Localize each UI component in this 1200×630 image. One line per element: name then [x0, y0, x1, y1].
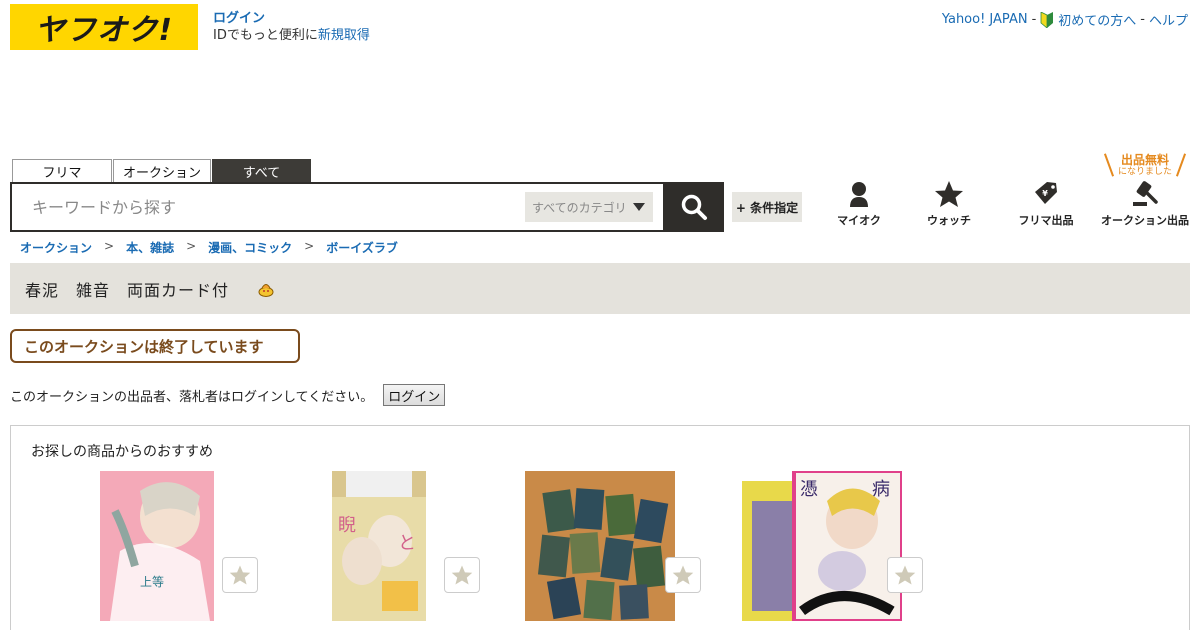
star-icon — [451, 565, 473, 585]
person-icon — [850, 182, 868, 207]
breadcrumb: オークション > 本、雑誌 > 漫画、コミック > ボーイズラブ — [20, 239, 398, 256]
breadcrumb-sep: > — [186, 239, 197, 253]
auction-sell-button[interactable]: オークション出品 — [1100, 180, 1190, 228]
free-listing-badge: 出品無料 になりました — [1102, 153, 1188, 178]
breadcrumb-item-bl[interactable]: ボーイズラブ — [326, 239, 398, 256]
search-bar: すべてのカテゴリ — [10, 182, 724, 232]
breadcrumb-item-books[interactable]: 本、雑誌 — [126, 239, 174, 256]
login-sub-text: IDでもっと便利に — [213, 28, 318, 43]
watch-star-button[interactable] — [444, 557, 480, 593]
watch-star-button[interactable] — [665, 557, 701, 593]
tab-all[interactable]: すべて — [212, 159, 311, 182]
login-notice-text: このオークションの出品者、落札者はログインしてください。 — [10, 389, 374, 405]
recommend-item-image[interactable]: 憑 病 — [742, 471, 902, 621]
category-select[interactable]: すべてのカテゴリ — [525, 192, 653, 222]
star-icon — [894, 565, 916, 585]
tab-auction[interactable]: オークション — [113, 159, 211, 182]
logo-text: ヤフオク! — [34, 13, 174, 48]
chevron-down-icon — [633, 203, 645, 211]
breadcrumb-item-manga[interactable]: 漫画、コミック — [208, 239, 292, 256]
register-link[interactable]: 新規取得 — [318, 28, 370, 43]
myauc-button[interactable]: マイオク — [834, 180, 884, 228]
condition-button[interactable]: + 条件指定 — [732, 192, 802, 222]
page-title: 春泥 雑音 両面カード付 — [25, 280, 230, 300]
notice-login-button[interactable]: ログイン — [383, 384, 446, 406]
top-links: Yahoo! JAPAN - 初めての方へ - ヘルプ — [942, 10, 1188, 29]
login-link[interactable]: ログイン — [213, 10, 370, 27]
svg-text:上等: 上等 — [140, 575, 164, 589]
link-separator-2: - — [1140, 12, 1145, 27]
svg-text:と: と — [398, 533, 416, 554]
free-badge-sub: になりました — [1117, 167, 1172, 177]
login-sub: IDでもっと便利に新規取得 — [213, 27, 370, 44]
price-tag-icon: ¥ — [1035, 182, 1057, 204]
recommend-item-image[interactable]: 睨 と — [332, 471, 426, 621]
cover-art: 上等 — [100, 471, 214, 621]
cover-art: 憑 病 — [742, 471, 902, 621]
recommendations-panel: お探しの商品からのおすすめ 上等 睨 と 憑 病 — [10, 425, 1190, 630]
watch-label: ウォッチ — [927, 214, 971, 227]
tab-flea-market[interactable]: フリマ — [12, 159, 112, 182]
beginner-link[interactable]: 初めての方へ — [1058, 10, 1136, 29]
cover-art: 睨 と — [332, 471, 426, 621]
watch-button[interactable]: ウォッチ — [924, 180, 974, 228]
recommendations-title: お探しの商品からのおすすめ — [31, 444, 213, 460]
cards-photo — [525, 471, 675, 621]
breadcrumb-item-auction[interactable]: オークション — [20, 239, 92, 256]
myauc-label: マイオク — [837, 214, 881, 227]
breadcrumb-sep: > — [304, 239, 315, 253]
svg-text:¥: ¥ — [1042, 189, 1048, 198]
link-separator: - — [1031, 12, 1037, 27]
help-link[interactable]: ヘルプ — [1149, 10, 1188, 29]
flea-sell-button[interactable]: ¥ フリマ出品 — [1014, 180, 1078, 228]
star-icon — [935, 181, 963, 207]
category-select-label: すべてのカテゴリ — [532, 200, 627, 215]
search-button[interactable] — [663, 182, 724, 232]
item-title-bar: 春泥 雑音 両面カード付 — [10, 263, 1190, 314]
new-item-icon — [258, 283, 274, 297]
watch-star-button[interactable] — [222, 557, 258, 593]
recommend-item-image[interactable]: 上等 — [100, 471, 214, 621]
watch-star-button[interactable] — [887, 557, 923, 593]
star-icon — [229, 565, 251, 585]
star-icon — [672, 565, 694, 585]
flea-sell-label: フリマ出品 — [1018, 214, 1074, 227]
search-icon — [681, 194, 707, 220]
beginner-mark-icon — [1040, 11, 1054, 28]
gavel-icon — [1133, 181, 1158, 206]
free-badge-title: 出品無料 — [1120, 153, 1169, 167]
auction-sell-label: オークション出品 — [1101, 214, 1189, 227]
svg-text:憑: 憑 — [800, 479, 818, 500]
yafuoku-logo[interactable]: ヤフオク! — [10, 4, 198, 50]
search-tabs: フリマ オークション すべて — [12, 159, 311, 182]
auction-ended-label: このオークションは終了しています — [10, 329, 300, 363]
login-notice: このオークションの出品者、落札者はログインしてください。 ログイン — [10, 384, 446, 406]
breadcrumb-sep: > — [104, 239, 115, 253]
svg-text:睨: 睨 — [338, 515, 356, 536]
svg-text:病: 病 — [872, 479, 890, 500]
login-box: ログイン IDでもっと便利に新規取得 — [213, 10, 370, 44]
yahoo-japan-link[interactable]: Yahoo! JAPAN — [942, 12, 1028, 27]
recommend-item-image[interactable] — [525, 471, 675, 621]
